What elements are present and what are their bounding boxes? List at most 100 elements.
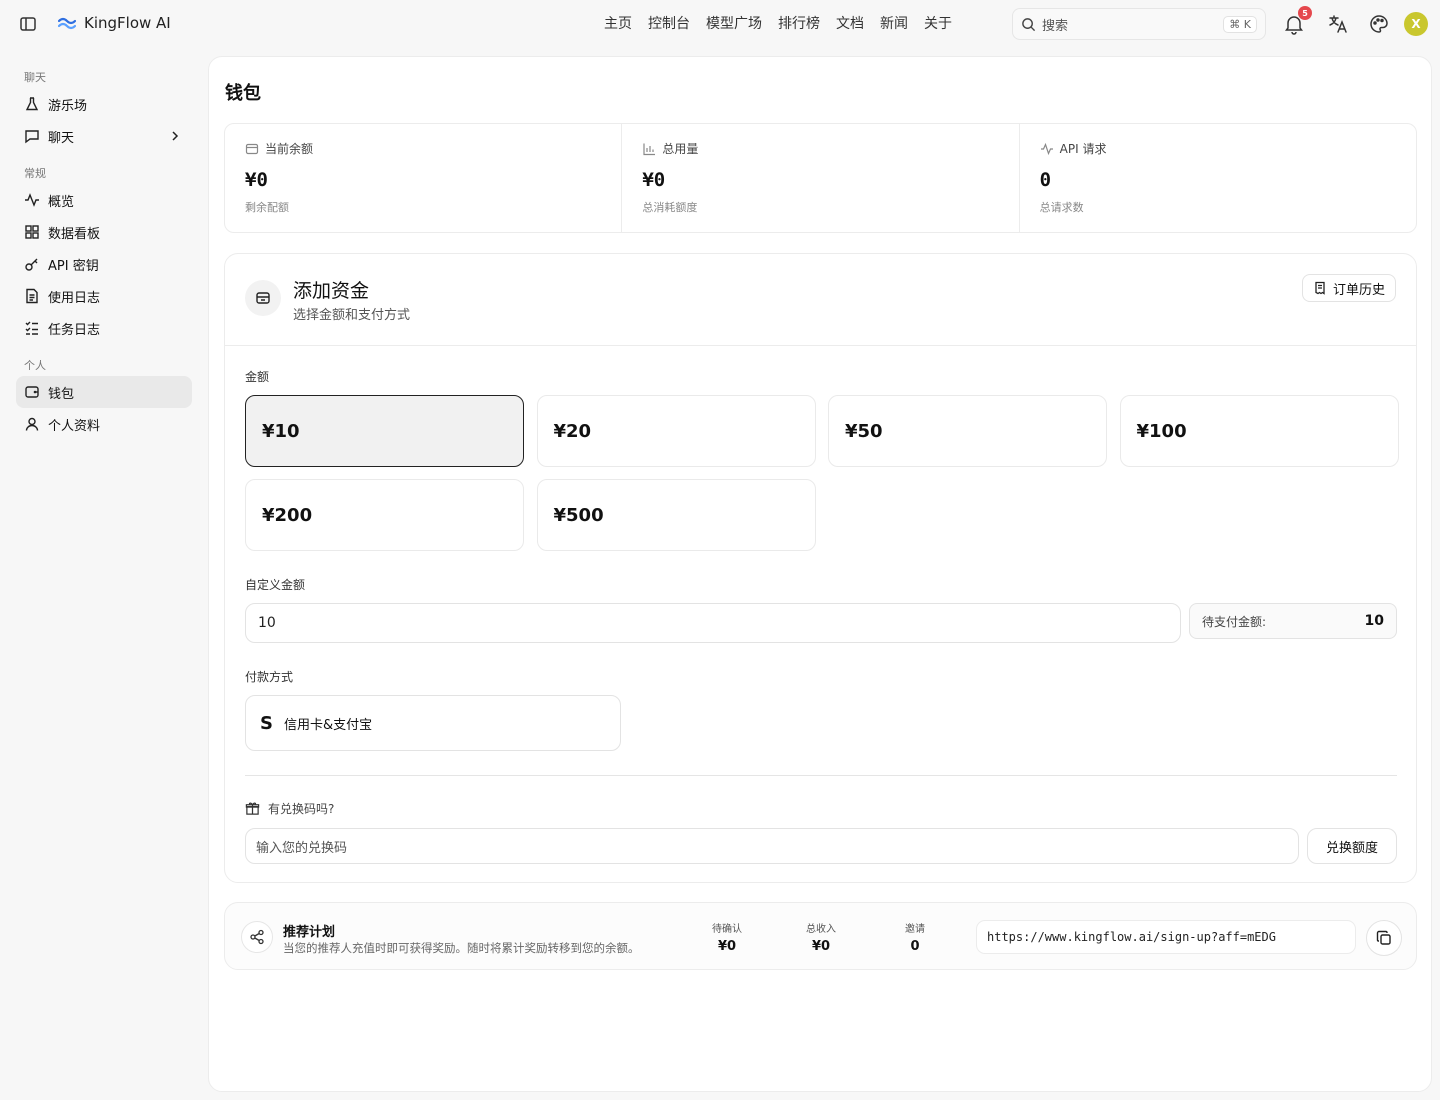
- referral-stat-pending: 待确认 ¥0: [697, 920, 757, 954]
- wallet-icon: [24, 384, 40, 400]
- stat-value: ¥0: [642, 169, 666, 191]
- stat-requests: API 请求 0 总请求数: [1020, 124, 1416, 232]
- search-shortcut: ⌘ K: [1223, 15, 1257, 33]
- referral-stat-value: 0: [910, 939, 920, 954]
- sidebar-item-wallet[interactable]: 钱包: [16, 376, 192, 408]
- amount-option-500[interactable]: ¥500: [536, 479, 816, 551]
- add-funds-card: 添加资金 选择金额和支付方式 订单历史 金额 ¥10 ¥20 ¥50 ¥100 …: [224, 253, 1417, 883]
- sidebar-item-label: 任务日志: [48, 322, 101, 338]
- custom-amount-input[interactable]: 10: [245, 603, 1181, 643]
- pending-amount-label: 待支付金额:: [1202, 614, 1267, 629]
- amount-option-20[interactable]: ¥20: [536, 395, 816, 467]
- app-name: KingFlow AI: [84, 14, 171, 32]
- sidebar-item-label: 游乐场: [48, 98, 88, 114]
- wallet-icon: [245, 142, 259, 156]
- referral-stat-label: 邀请: [905, 924, 925, 935]
- payment-method-name: 信用卡&支付宝: [284, 717, 373, 733]
- redeem-question: 有兑换码吗?: [245, 800, 334, 817]
- gift-icon: [245, 801, 260, 816]
- chat-icon: [24, 128, 40, 144]
- amount-option-50[interactable]: ¥50: [828, 395, 1107, 467]
- referral-stat-invites: 邀请 0: [885, 920, 945, 954]
- stat-balance: 当前余额 ¥0 剩余配额: [225, 124, 623, 232]
- referral-title: 推荐计划: [283, 925, 336, 940]
- search-input[interactable]: 搜索 ⌘ K: [1012, 8, 1266, 40]
- nav-docs[interactable]: 文档: [828, 14, 872, 34]
- palette-icon[interactable]: [1368, 13, 1390, 35]
- search-icon: [1021, 17, 1036, 32]
- redeem-code-input[interactable]: 输入您的兑换码: [245, 828, 1299, 864]
- sidebar-item-label: 概览: [48, 194, 75, 210]
- list-checks-icon: [24, 320, 40, 336]
- add-funds-subtitle: 选择金额和支付方式: [293, 308, 411, 323]
- redeem-button[interactable]: 兑换额度: [1307, 828, 1397, 864]
- amount-options: ¥10 ¥20 ¥50 ¥100 ¥200 ¥500: [245, 395, 1399, 551]
- stat-value: 0: [1039, 169, 1052, 191]
- stat-value: ¥0: [245, 169, 268, 191]
- key-icon: [24, 256, 40, 272]
- wallet-icon: [245, 280, 281, 316]
- logo-icon: [58, 16, 76, 30]
- sidebar-item-api-keys[interactable]: API 密钥: [16, 248, 192, 280]
- payment-method-label: 付款方式: [245, 670, 294, 684]
- order-history-label: 订单历史: [1332, 282, 1385, 298]
- avatar[interactable]: X: [1404, 12, 1428, 36]
- nav-console[interactable]: 控制台: [640, 14, 698, 34]
- nav-news[interactable]: 新闻: [872, 14, 916, 34]
- add-funds-header: 添加资金 选择金额和支付方式 订单历史: [225, 254, 1416, 346]
- pending-amount-value: 10: [1364, 613, 1384, 629]
- language-icon[interactable]: [1327, 13, 1349, 35]
- order-history-button[interactable]: 订单历史: [1301, 274, 1396, 302]
- referral-stat-label: 待确认: [712, 924, 742, 935]
- sidebar-item-dashboard[interactable]: 数据看板: [16, 216, 192, 248]
- user-icon: [24, 416, 40, 432]
- sidebar-item-playground[interactable]: 游乐场: [16, 88, 192, 120]
- referral-stat-value: ¥0: [717, 939, 737, 954]
- stat-sub: 总请求数: [1039, 201, 1084, 214]
- sidebar-toggle-icon[interactable]: [18, 14, 38, 34]
- sidebar-item-label: 使用日志: [48, 290, 101, 306]
- top-bar: KingFlow AI 主页 控制台 模型广场 排行榜 文档 新闻 关于 搜索 …: [0, 0, 1440, 48]
- share-icon: [241, 921, 273, 953]
- amount-label: 金额: [245, 370, 270, 384]
- sidebar-item-chat[interactable]: 聊天: [16, 120, 192, 152]
- sidebar-item-overview[interactable]: 概览: [16, 184, 192, 216]
- stat-label: 当前余额: [265, 142, 314, 156]
- page-title: 钱包: [225, 83, 261, 104]
- copy-icon: [1376, 930, 1392, 946]
- amount-option-200[interactable]: ¥200: [245, 479, 524, 551]
- stat-label: API 请求: [1059, 142, 1107, 156]
- brand[interactable]: KingFlow AI: [58, 14, 171, 32]
- add-funds-title: 添加资金: [293, 280, 370, 302]
- nav-home[interactable]: 主页: [596, 14, 640, 34]
- file-text-icon: [24, 288, 40, 304]
- top-nav: 主页 控制台 模型广场 排行榜 文档 新闻 关于: [596, 14, 960, 34]
- divider: [245, 775, 1397, 776]
- copy-button[interactable]: [1366, 920, 1402, 956]
- payment-method-option[interactable]: S 信用卡&支付宝: [245, 695, 621, 751]
- referral-link-field[interactable]: https://www.kingflow.ai/sign-up?aff=mEDG: [976, 920, 1356, 954]
- referral-stat-value: ¥0: [811, 939, 831, 954]
- notification-badge: 5: [1298, 6, 1312, 20]
- pending-amount: 待支付金额: 10: [1189, 603, 1397, 639]
- sidebar-group-general: 常规: [24, 167, 46, 180]
- chevron-right-icon: [168, 129, 182, 143]
- sidebar-item-label: 数据看板: [48, 226, 101, 242]
- nav-about[interactable]: 关于: [916, 14, 960, 34]
- amount-option-10[interactable]: ¥10: [245, 395, 524, 467]
- sidebar-item-profile[interactable]: 个人资料: [16, 408, 192, 440]
- sidebar-item-task-logs[interactable]: 任务日志: [16, 312, 192, 344]
- custom-amount-label: 自定义金额: [245, 578, 306, 592]
- stat-sub: 剩余配额: [245, 201, 289, 214]
- referral-stat-earnings: 总收入 ¥0: [791, 920, 851, 954]
- sidebar-group-chat: 聊天: [24, 71, 46, 84]
- sidebar-item-label: 聊天: [48, 130, 75, 146]
- nav-models[interactable]: 模型广场: [698, 14, 770, 34]
- bar-chart-icon: [642, 142, 656, 156]
- sidebar-item-usage-logs[interactable]: 使用日志: [16, 280, 192, 312]
- search-placeholder: 搜索: [1042, 18, 1069, 34]
- nav-leaderboard[interactable]: 排行榜: [770, 14, 828, 34]
- amount-option-100[interactable]: ¥100: [1119, 395, 1399, 467]
- sidebar-group-personal: 个人: [24, 359, 46, 372]
- sidebar-item-label: API 密钥: [48, 258, 99, 274]
